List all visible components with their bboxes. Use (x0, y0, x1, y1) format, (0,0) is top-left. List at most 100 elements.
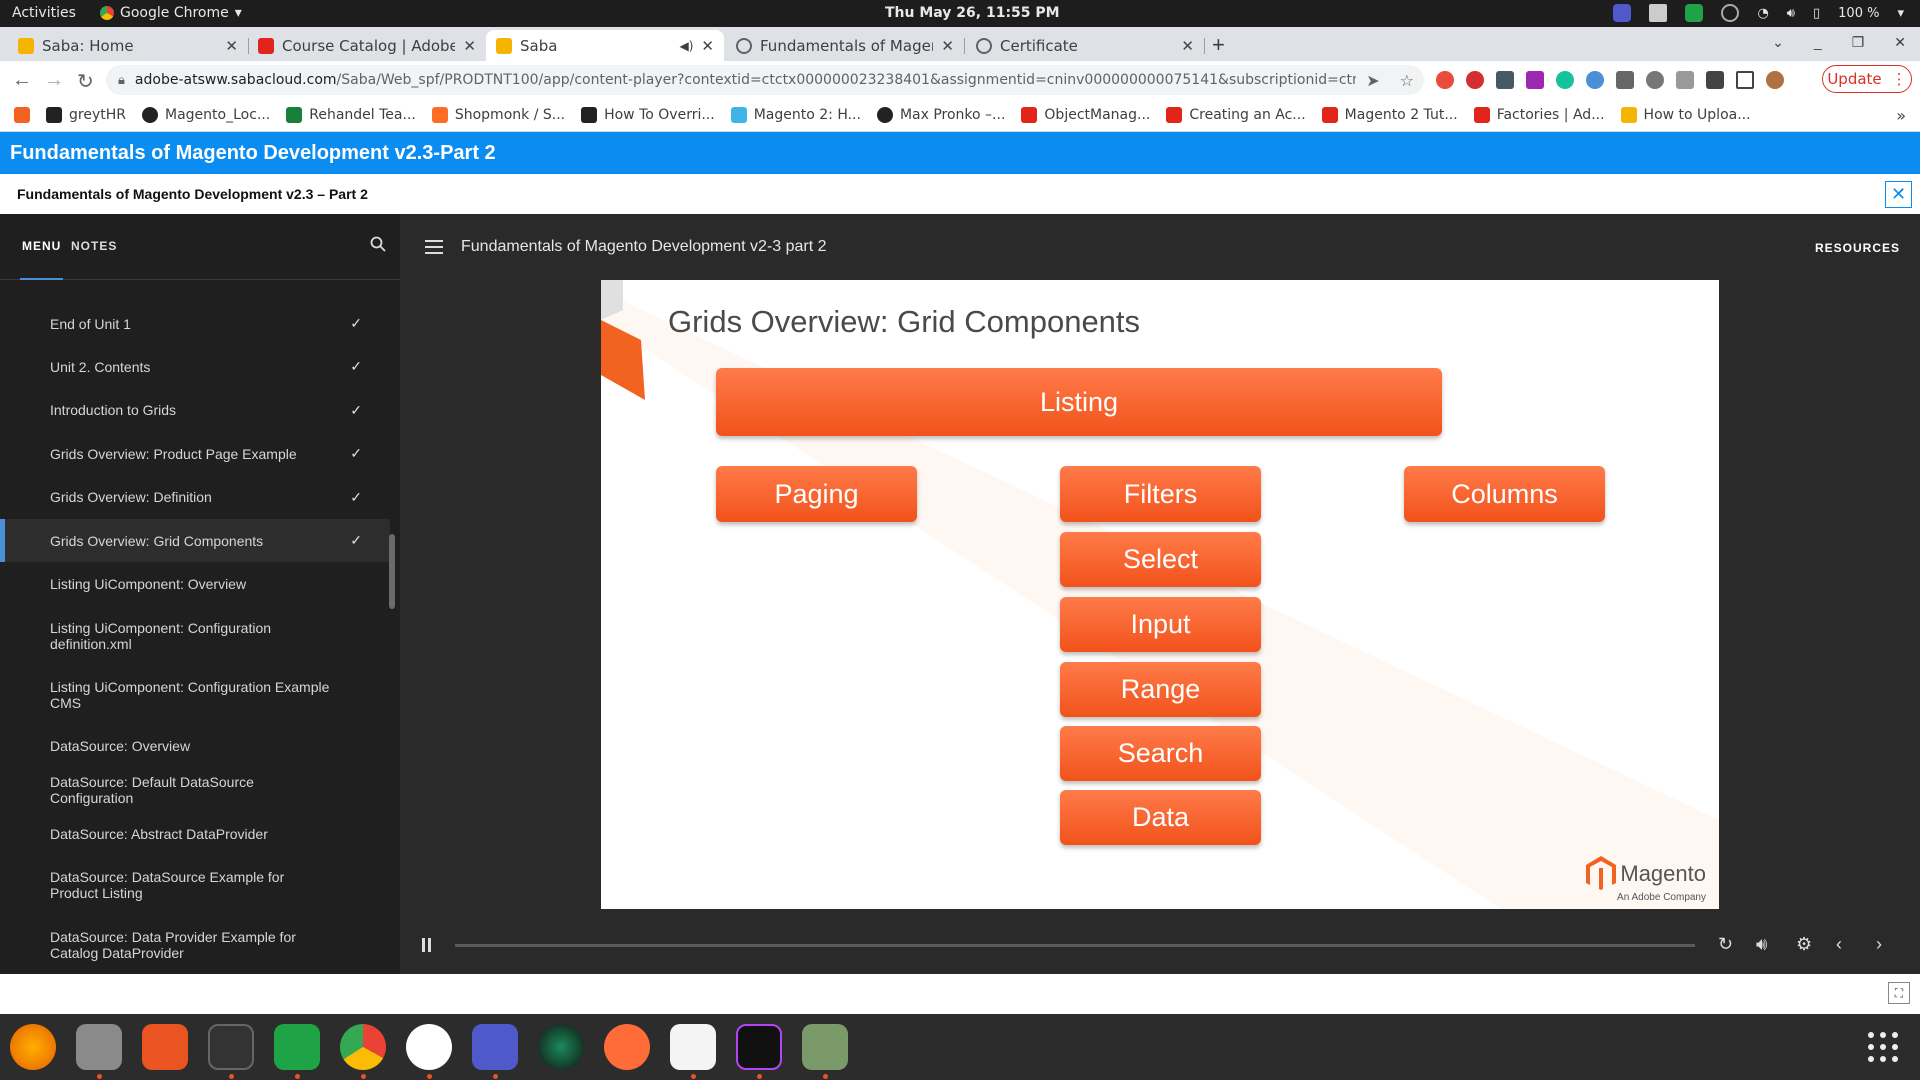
bookmark-item[interactable]: greytHR (46, 107, 126, 123)
reload-button[interactable]: ↻ (77, 69, 94, 94)
close-player-button[interactable]: ✕ (1885, 181, 1912, 208)
bookmark-item[interactable]: Creating an Ac... (1166, 107, 1306, 123)
extension-icon[interactable] (1436, 71, 1454, 89)
list-item[interactable]: Grids Overview: Definition ✓ (0, 475, 390, 519)
battery-icon[interactable]: ▯ (1813, 6, 1820, 21)
previous-icon[interactable]: ‹ (1836, 934, 1842, 955)
tab-menu[interactable]: MENU (22, 239, 61, 253)
activities-button[interactable]: Activities (12, 5, 76, 21)
fullscreen-button[interactable]: ⛶ (1888, 982, 1910, 1004)
extension-icon[interactable] (1496, 71, 1514, 89)
phpstorm-icon[interactable] (736, 1024, 782, 1070)
bookmarks-overflow-icon[interactable]: » (1896, 106, 1906, 125)
tab-saba-home[interactable]: Saba: Home ✕ (8, 30, 249, 61)
software-center-icon[interactable] (142, 1024, 188, 1070)
google-chat-icon[interactable] (274, 1024, 320, 1070)
chevron-down-icon[interactable]: ▾ (1897, 6, 1904, 21)
pause-button[interactable] (422, 938, 434, 952)
tab-fundamentals[interactable]: Fundamentals of Magento ✕ (726, 30, 965, 61)
tab-certificate[interactable]: Certificate ✕ (966, 30, 1205, 61)
tab-search-icon[interactable]: ⌄ (1772, 34, 1784, 51)
hamburger-menu-icon[interactable] (425, 240, 443, 254)
slack-tray-icon[interactable] (1649, 4, 1668, 22)
globe-tray-icon[interactable] (1721, 4, 1740, 22)
slack-icon[interactable] (406, 1024, 452, 1070)
sidebar-scrollbar[interactable] (389, 534, 395, 609)
address-bar[interactable]: 🔒︎ adobe-atsww.sabacloud.com/Saba/Web_sp… (106, 65, 1424, 95)
send-tab-icon[interactable]: ➤ (1366, 71, 1379, 90)
wifi-icon[interactable]: ◔ (1757, 6, 1768, 21)
update-button[interactable]: Update ⋮ (1822, 65, 1912, 93)
back-button[interactable]: ← (12, 69, 32, 92)
replay-icon[interactable]: ↻ (1718, 934, 1733, 955)
tab-saba-active[interactable]: Saba ◀︎) ✕ (486, 30, 724, 61)
app-menu[interactable]: Google Chrome ▾ (100, 5, 242, 21)
list-item[interactable]: DataSource: Data Provider Example for Ca… (0, 915, 390, 974)
system-tray[interactable]: ◔ 🔊︎ ▯ 100 % ▾ (1613, 4, 1904, 22)
terminal-icon[interactable] (208, 1024, 254, 1070)
camera-icon[interactable] (538, 1024, 584, 1070)
forward-button[interactable]: → (44, 69, 64, 92)
close-icon[interactable]: ✕ (1181, 37, 1194, 55)
volume-icon[interactable]: 🔊︎ (1787, 6, 1795, 21)
bookmark-magento[interactable] (14, 107, 30, 123)
list-item-active[interactable]: Grids Overview: Grid Components ✓ (0, 519, 390, 562)
list-item[interactable]: DataSource: DataSource Example for Produ… (0, 855, 390, 915)
search-icon[interactable] (370, 236, 386, 252)
bookmark-item[interactable]: Max Pronko –... (876, 107, 1005, 123)
list-item[interactable]: DataSource: Default DataSource Configura… (0, 768, 390, 812)
extension-icon[interactable] (1676, 71, 1694, 89)
clock[interactable]: Thu May 26, 11:55 PM (885, 5, 1060, 21)
maximize-icon[interactable]: ❐ (1852, 34, 1865, 51)
bookmark-item[interactable]: Magento 2 Tut... (1321, 107, 1458, 123)
next-icon[interactable]: › (1876, 934, 1882, 955)
close-icon[interactable]: ✕ (463, 37, 476, 55)
list-item[interactable]: End of Unit 1 ✓ (0, 302, 390, 345)
avatar[interactable] (1766, 71, 1784, 89)
resources-button[interactable]: RESOURCES (1815, 241, 1900, 255)
bookmark-item[interactable]: Magento_Loc... (141, 107, 270, 123)
teams-tray-icon[interactable] (1613, 4, 1632, 22)
bookmark-item[interactable]: Magento 2: H... (730, 107, 861, 123)
close-window-icon[interactable]: ✕ (1894, 34, 1906, 51)
list-item[interactable]: Listing UiComponent: Configuration defin… (0, 606, 390, 665)
gear-icon[interactable] (1646, 71, 1664, 89)
firefox-icon[interactable] (10, 1024, 56, 1070)
gear-icon[interactable]: ⚙ (1796, 934, 1812, 955)
sidepanel-icon[interactable] (1736, 71, 1754, 89)
bookmark-star-icon[interactable]: ☆ (1400, 71, 1414, 90)
close-icon[interactable]: ✕ (225, 37, 238, 55)
bookmark-item[interactable]: How To Overri... (581, 107, 715, 123)
list-item[interactable]: DataSource: Abstract DataProvider (0, 812, 390, 855)
extension-icon[interactable] (1526, 71, 1544, 89)
lock-icon[interactable]: 🔒︎ (118, 73, 125, 88)
search-tool-icon[interactable] (802, 1024, 848, 1070)
tab-course-catalog[interactable]: Course Catalog | Adobe D ✕ (248, 30, 486, 61)
new-tab-button[interactable]: + (1212, 32, 1225, 58)
bookmark-item[interactable]: Rehandel Tea... (286, 107, 416, 123)
bookmark-item[interactable]: ObjectManag... (1021, 107, 1150, 123)
speaker-icon[interactable]: ◀︎) (680, 39, 694, 53)
url-text[interactable]: adobe-atsww.sabacloud.com/Saba/Web_spf/P… (135, 72, 1356, 88)
volume-icon[interactable]: 🔊︎ (1756, 934, 1767, 955)
list-item[interactable]: DataSource: Overview (0, 724, 390, 768)
bookmark-item[interactable]: Shopmonk / S... (431, 107, 565, 123)
tab-notes[interactable]: NOTES (71, 239, 117, 253)
show-apps-button[interactable] (1868, 1032, 1898, 1062)
extension-icon[interactable] (1616, 71, 1634, 89)
adblock-icon[interactable] (1466, 71, 1484, 89)
chrome-icon[interactable] (340, 1024, 386, 1070)
minimize-icon[interactable]: _ (1814, 34, 1822, 51)
puzzle-icon[interactable] (1706, 71, 1724, 89)
list-item[interactable]: Grids Overview: Product Page Example ✓ (0, 432, 390, 475)
list-item[interactable]: Introduction to Grids ✓ (0, 388, 390, 432)
extension-icon[interactable] (1586, 71, 1604, 89)
teams-icon[interactable] (472, 1024, 518, 1070)
close-icon[interactable]: ✕ (701, 37, 714, 55)
list-item[interactable]: Listing UiComponent: Configuration Examp… (0, 665, 390, 724)
progress-bar[interactable] (455, 944, 1695, 947)
files-icon[interactable] (76, 1024, 122, 1070)
postman-icon[interactable] (604, 1024, 650, 1070)
text-editor-icon[interactable] (670, 1024, 716, 1070)
close-icon[interactable]: ✕ (941, 37, 954, 55)
